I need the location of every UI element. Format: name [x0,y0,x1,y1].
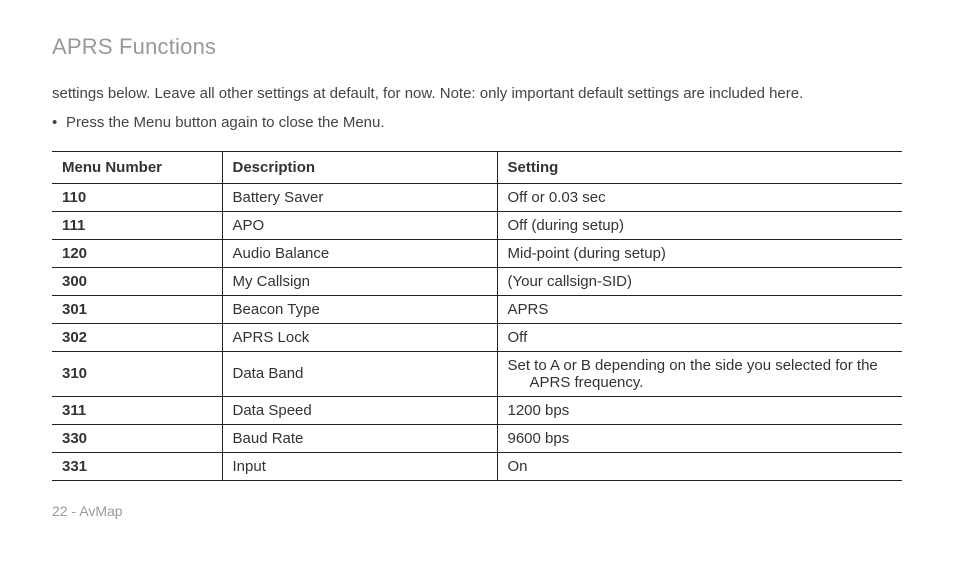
document-page: APRS Functions settings below. Leave all… [0,0,954,539]
table-row: 302APRS LockOff [52,323,902,351]
cell-description: Baud Rate [222,424,497,452]
cell-description: APRS Lock [222,323,497,351]
cell-description: Audio Balance [222,239,497,267]
cell-menu-number: 302 [52,323,222,351]
page-footer: 22 - AvMap [52,503,902,519]
table-row: 300My Callsign(Your callsign-SID) [52,267,902,295]
cell-description: Data Band [222,351,497,396]
col-header-desc: Description [222,151,497,183]
cell-menu-number: 300 [52,267,222,295]
table-row: 120Audio BalanceMid-point (during setup) [52,239,902,267]
cell-setting: Off (during setup) [497,211,902,239]
cell-menu-number: 301 [52,295,222,323]
cell-setting: APRS [497,295,902,323]
cell-description: Battery Saver [222,183,497,211]
table-row: 111APOOff (during setup) [52,211,902,239]
bullet-line: •Press the Menu button again to close th… [52,111,902,134]
intro-paragraph: settings below. Leave all other settings… [52,82,902,105]
cell-menu-number: 311 [52,396,222,424]
cell-menu-number: 310 [52,351,222,396]
cell-setting: Set to A or B depending on the side you … [497,351,902,396]
table-row: 310Data BandSet to A or B depending on t… [52,351,902,396]
bullet-dot: • [52,111,66,134]
cell-setting: On [497,452,902,480]
cell-description: Beacon Type [222,295,497,323]
table-header-row: Menu Number Description Setting [52,151,902,183]
settings-table: Menu Number Description Setting 110Batte… [52,151,902,481]
bullet-text: Press the Menu button again to close the… [66,114,385,131]
table-row: 110Battery SaverOff or 0.03 sec [52,183,902,211]
table-row: 331InputOn [52,452,902,480]
cell-setting: Off [497,323,902,351]
cell-description: Data Speed [222,396,497,424]
cell-menu-number: 331 [52,452,222,480]
col-header-setting: Setting [497,151,902,183]
col-header-menu: Menu Number [52,151,222,183]
cell-description: My Callsign [222,267,497,295]
cell-description: Input [222,452,497,480]
cell-setting: Mid-point (during setup) [497,239,902,267]
table-row: 311Data Speed1200 bps [52,396,902,424]
page-title: APRS Functions [52,34,902,60]
cell-menu-number: 110 [52,183,222,211]
table-row: 301Beacon TypeAPRS [52,295,902,323]
cell-description: APO [222,211,497,239]
cell-menu-number: 111 [52,211,222,239]
cell-menu-number: 330 [52,424,222,452]
cell-setting: 1200 bps [497,396,902,424]
cell-menu-number: 120 [52,239,222,267]
cell-setting: Off or 0.03 sec [497,183,902,211]
cell-setting: 9600 bps [497,424,902,452]
cell-setting: (Your callsign-SID) [497,267,902,295]
table-row: 330Baud Rate9600 bps [52,424,902,452]
